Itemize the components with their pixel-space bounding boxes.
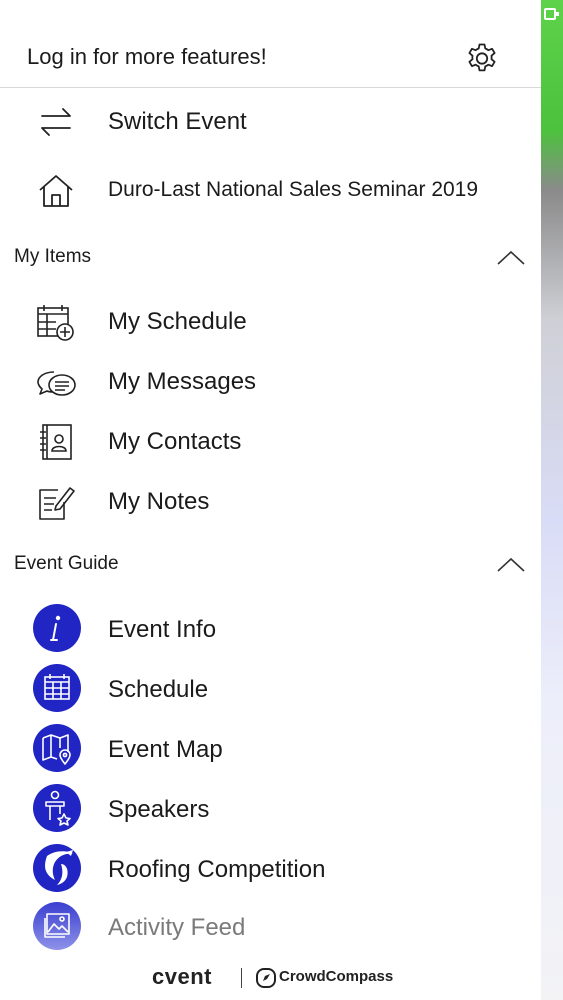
current-event-label: Duro-Last National Sales Seminar 2019	[108, 178, 479, 201]
schedule-item[interactable]: Schedule	[0, 662, 541, 718]
event-guide-title: Event Guide	[14, 553, 119, 574]
info-icon	[33, 604, 81, 652]
battery-icon	[544, 8, 559, 20]
my-contacts-item[interactable]: My Contacts	[0, 414, 541, 470]
footer-divider	[241, 968, 242, 988]
cvent-logo: cvent	[152, 964, 212, 989]
event-map-item[interactable]: Event Map	[0, 722, 541, 778]
event-guide-section-header[interactable]: Event Guide	[0, 545, 541, 585]
photo-feed-icon	[33, 902, 81, 950]
background-app-strip	[541, 0, 563, 1000]
home-icon	[39, 175, 73, 207]
crowdcompass-logo-icon	[256, 968, 276, 988]
my-items-section-header[interactable]: My Items	[0, 238, 541, 278]
address-book-icon	[40, 424, 72, 460]
gear-icon[interactable]	[463, 39, 501, 77]
current-event-item[interactable]: Duro-Last National Sales Seminar 2019	[0, 162, 541, 218]
my-messages-item[interactable]: My Messages	[0, 354, 541, 410]
map-icon	[33, 724, 81, 772]
chevron-up-icon[interactable]	[495, 248, 527, 268]
switch-event-label: Switch Event	[108, 108, 247, 135]
footer-branding: cvent CrowdCompass	[0, 960, 541, 996]
speakers-label: Speakers	[108, 796, 210, 823]
calendar-icon	[33, 664, 81, 712]
schedule-label: Schedule	[108, 676, 209, 703]
chat-bubbles-icon	[37, 371, 76, 396]
switch-arrows-icon	[41, 108, 71, 136]
crowdcompass-label: CrowdCompass	[279, 968, 394, 985]
note-pencil-icon	[39, 487, 75, 520]
navigation-drawer: Log in for more features! Switch Event D…	[0, 0, 541, 1000]
my-items-title: My Items	[14, 246, 92, 267]
roofing-competition-item[interactable]: Roofing Competition	[0, 842, 541, 898]
activity-feed-label: Activity Feed	[108, 914, 246, 941]
event-map-label: Event Map	[108, 736, 223, 763]
switch-event-item[interactable]: Switch Event	[0, 94, 541, 150]
drawer-header: Log in for more features!	[0, 28, 541, 88]
my-schedule-label: My Schedule	[108, 308, 247, 335]
speaker-podium-icon	[33, 784, 81, 832]
my-notes-label: My Notes	[108, 488, 210, 515]
roofing-competition-label: Roofing Competition	[108, 856, 326, 883]
my-schedule-item[interactable]: My Schedule	[0, 294, 541, 350]
login-prompt-link[interactable]: Log in for more features!	[27, 44, 267, 70]
competition-logo-icon	[33, 844, 81, 892]
event-info-item[interactable]: Event Info	[0, 602, 541, 658]
activity-feed-item[interactable]: Activity Feed	[0, 900, 541, 956]
speakers-item[interactable]: Speakers	[0, 782, 541, 838]
my-contacts-label: My Contacts	[108, 428, 242, 455]
my-notes-item[interactable]: My Notes	[0, 474, 541, 530]
my-messages-label: My Messages	[108, 368, 257, 395]
event-info-label: Event Info	[108, 616, 217, 643]
calendar-add-icon	[37, 305, 74, 341]
chevron-up-icon[interactable]	[495, 555, 527, 575]
